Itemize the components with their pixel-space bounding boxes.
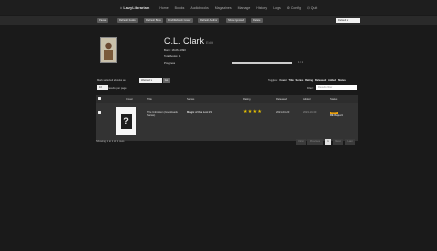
row-status: Open RE Report — [328, 103, 358, 117]
nav-config[interactable]: ⚙ Config — [287, 6, 301, 10]
pager-page-1[interactable]: 1 — [325, 139, 331, 145]
author-photo — [100, 37, 117, 63]
nav-manage[interactable]: Manage — [238, 6, 251, 10]
showing-text: Showing 1 to 1 of 1 rows — [96, 140, 125, 143]
unknown-cover-icon: ? — [120, 113, 132, 129]
row-title[interactable]: The Unbroken (Goodreads Series) — [145, 103, 185, 117]
row-rating: ★★★★ — [241, 103, 274, 115]
pause-button[interactable]: Pause — [97, 18, 109, 23]
author-born: Born: 18-06-1990 — [164, 48, 186, 52]
refresh-bios-button[interactable]: Refresh Bios — [144, 18, 163, 23]
toggle-title[interactable]: Title — [289, 79, 294, 82]
col-added[interactable]: Added — [301, 98, 328, 101]
top-navbar: ⌂ LazyLibrarian Home Books Audiobooks Ma… — [0, 0, 437, 15]
app-brand[interactable]: ⌂ LazyLibrarian — [120, 5, 150, 10]
home-icon: ⌂ — [119, 5, 123, 10]
pager-last[interactable]: Last — [345, 139, 355, 145]
nav-magazines[interactable]: Magazines — [215, 6, 232, 10]
filter-label: Filter: — [307, 87, 314, 90]
row-cover[interactable]: ? — [112, 103, 145, 135]
filter-input[interactable]: Results filter — [316, 85, 357, 90]
go-button[interactable]: Go — [163, 78, 170, 83]
per-page-label: results per page — [108, 87, 127, 90]
col-title[interactable]: Title — [145, 98, 185, 101]
refresh-cover-button[interactable]: Find/Refresh Cover — [166, 18, 193, 23]
toggles-label: Toggles: — [268, 79, 278, 82]
row-series[interactable]: Magic of the Lost #1 — [185, 103, 241, 114]
nav-quit[interactable]: ⏻ Quit — [307, 6, 317, 10]
edit-author-link[interactable]: Edit — [206, 40, 213, 45]
refresh-books-button[interactable]: Refresh books — [117, 18, 138, 23]
progress-text: 1 / 1 — [298, 61, 304, 64]
col-series[interactable]: Series — [185, 98, 241, 101]
chevron-down-icon: ▾ — [346, 19, 349, 22]
row-checkbox[interactable] — [96, 103, 112, 115]
cover-image[interactable]: ? — [116, 107, 136, 135]
page-size-select[interactable]: 10 — [97, 85, 108, 90]
column-toggles: Toggles: Cover Title Series Rating Relea… — [268, 79, 346, 82]
pager-previous[interactable]: Previous — [307, 139, 323, 145]
delete-button[interactable]: Delete — [251, 18, 263, 23]
mark-action-select[interactable]: Wanted ▾ — [139, 78, 162, 83]
books-table: Cover Title Series Rating Released Added… — [96, 95, 358, 141]
show-ignored-button[interactable]: Show Ignored — [226, 18, 247, 23]
nav-history[interactable]: History — [256, 6, 267, 10]
toggle-added[interactable]: Added — [328, 79, 336, 82]
pager-next[interactable]: Next — [333, 139, 343, 145]
nav-logs[interactable]: Logs — [273, 6, 281, 10]
view-select[interactable]: Default ▾ — [336, 18, 360, 23]
refresh-author-button[interactable]: Refresh Author — [198, 18, 220, 23]
author-totalbooks: Totalbooks: 1 — [164, 54, 181, 58]
row-released: 2021-03-23 — [276, 111, 290, 114]
status-link[interactable]: RE Report — [330, 114, 343, 117]
row-added: 2023-10-30 — [303, 111, 317, 114]
chevron-down-icon: ▾ — [150, 79, 152, 82]
gear-icon: ⚙ — [286, 5, 290, 10]
col-rating[interactable]: Rating — [241, 98, 274, 101]
toggle-released[interactable]: Released — [315, 79, 326, 82]
col-cover[interactable]: Cover — [112, 98, 145, 101]
select-all-checkbox[interactable] — [96, 97, 112, 101]
toggle-series[interactable]: Series — [296, 79, 304, 82]
with-selected-label: Mark selected ebooks as — [97, 79, 126, 82]
progress-bar — [232, 62, 292, 64]
author-name: C.L. Clark Edit — [164, 36, 213, 46]
pager-first[interactable]: First — [296, 139, 306, 145]
table-header: Cover Title Series Rating Released Added… — [96, 95, 358, 103]
nav-home[interactable]: Home — [159, 6, 168, 10]
progress-fill — [232, 62, 292, 64]
toggle-rating[interactable]: Rating — [305, 79, 313, 82]
nav-books[interactable]: Books — [175, 6, 185, 10]
toggle-cover[interactable]: Cover — [279, 79, 286, 82]
author-portrait — [101, 38, 116, 62]
rating-stars: ★★★★ — [243, 109, 263, 115]
toggle-status[interactable]: Status — [338, 79, 346, 82]
col-released[interactable]: Released — [274, 98, 301, 101]
power-icon: ⏻ — [307, 5, 310, 10]
table-row[interactable]: ? The Unbroken (Goodreads Series) Magic … — [96, 103, 358, 141]
col-status[interactable]: Status — [328, 98, 358, 101]
nav-audiobooks[interactable]: Audiobooks — [190, 6, 208, 10]
progress-label: Progress — [164, 61, 176, 65]
